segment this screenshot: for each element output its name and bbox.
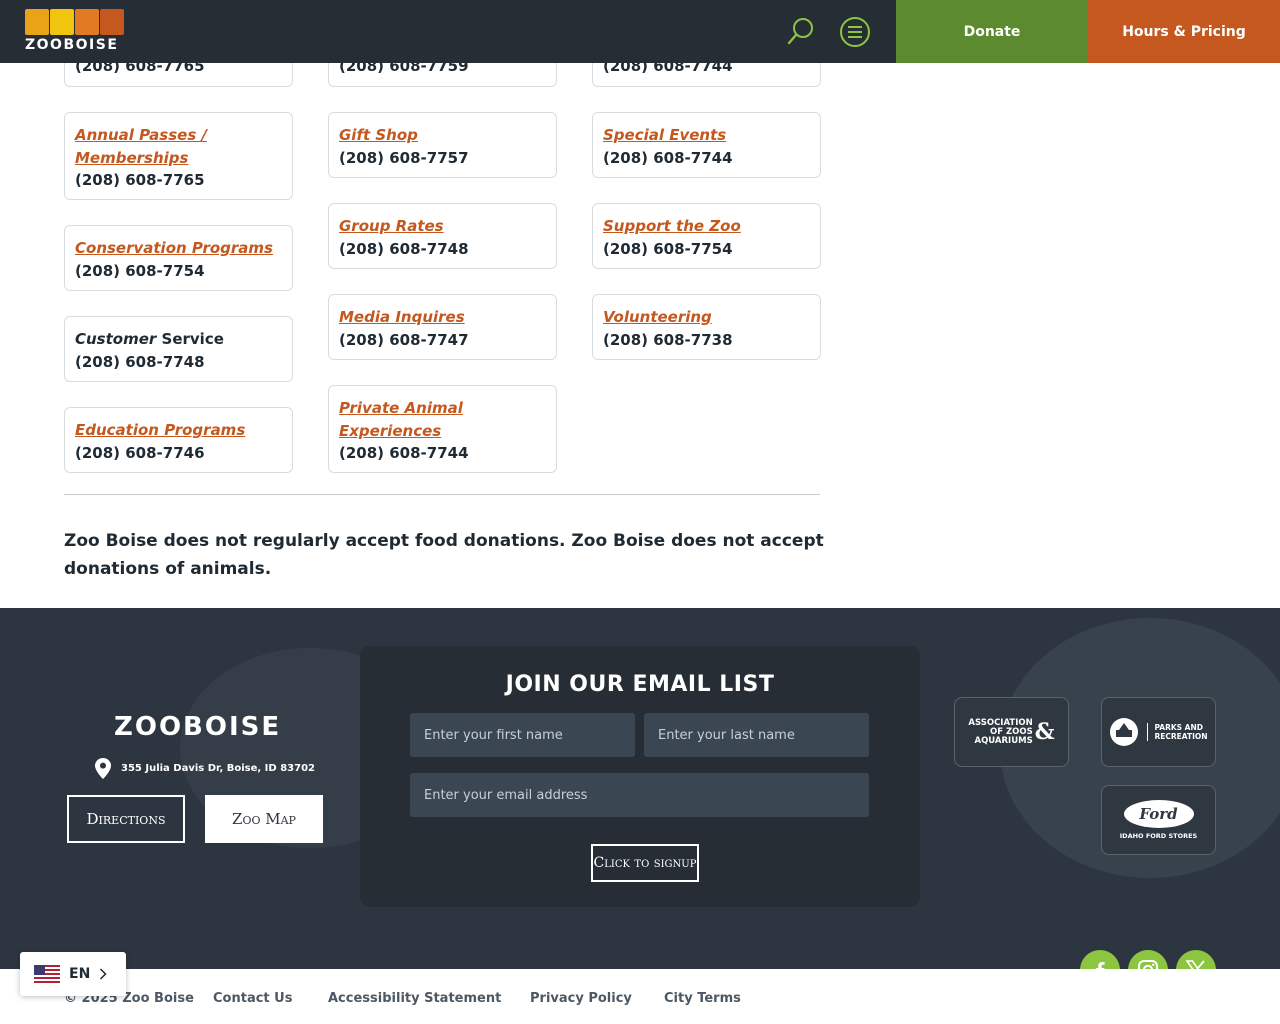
contact-card-gift-shop: Gift Shop (208) 608-7757 xyxy=(328,112,557,178)
footer-bottom-bar: © 2025 Zoo Boise Contact Us Accessibilit… xyxy=(0,969,1280,1024)
footer-link-accessibility[interactable]: Accessibility Statement xyxy=(328,991,501,1006)
contact-phone: (208) 608-7744 xyxy=(339,444,469,462)
hamburger-menu-icon xyxy=(840,17,870,47)
donate-button[interactable]: Donate xyxy=(896,0,1088,63)
contact-card-group-rates: Group Rates (208) 608-7748 xyxy=(328,203,557,269)
contact-link-annual-passes[interactable]: Annual Passes / Memberships xyxy=(75,124,282,169)
contact-card-private-animal: Private Animal Experiences (208) 608-7744 xyxy=(328,385,557,473)
contact-card-education: Education Programs (208) 608-7746 xyxy=(64,407,293,473)
contact-link-private-animal[interactable]: Private Animal Experiences xyxy=(339,397,546,442)
zoo-map-button[interactable]: Zoo Map xyxy=(205,795,323,843)
footer-link-privacy-policy[interactable]: Privacy Policy xyxy=(530,991,632,1006)
contact-link-conservation[interactable]: Conservation Programs xyxy=(75,237,282,260)
boise-parks-partner-logo[interactable]: PARKS AND RECREATION xyxy=(1101,697,1216,767)
email-signup-panel: JOIN OUR EMAIL LIST Enter your first nam… xyxy=(360,646,920,907)
zoo-boise-logo[interactable]: ZOOBOISE xyxy=(25,9,125,53)
footer-link-contact-us[interactable]: Contact Us xyxy=(213,991,292,1006)
ford-partner-logo[interactable]: Ford IDAHO FORD STORES xyxy=(1101,785,1216,855)
section-divider xyxy=(64,494,820,495)
contact-phone: (208) 608-7754 xyxy=(603,239,733,258)
contact-link-support[interactable]: Support the Zoo xyxy=(603,215,810,238)
contact-link-media[interactable]: Media Inquires xyxy=(339,306,546,329)
email-signup-title: JOIN OUR EMAIL LIST xyxy=(505,672,775,697)
ampersand-icon: & xyxy=(1034,719,1055,745)
language-label: EN xyxy=(69,966,91,982)
donation-note: Zoo Boise does not regularly accept food… xyxy=(64,531,824,579)
contact-phone: (208) 608-7765 xyxy=(75,171,205,189)
search-icon xyxy=(787,18,813,45)
contact-phone: (208) 608-7744 xyxy=(603,148,733,167)
menu-button[interactable] xyxy=(839,16,871,48)
contact-phone: (208) 608-7757 xyxy=(339,148,469,167)
chevron-right-icon xyxy=(100,968,107,980)
logo-animals-icon xyxy=(25,9,125,35)
contact-phone: (208) 608-7748 xyxy=(339,239,469,258)
contact-card-special-events: Special Events (208) 608-7744 xyxy=(592,112,821,178)
footer-link-city-terms[interactable]: City Terms xyxy=(664,991,741,1006)
contact-link-education[interactable]: Education Programs xyxy=(75,419,282,442)
contact-phone: (208) 608-7747 xyxy=(339,330,469,349)
contact-title-customer-service: Customer Service xyxy=(75,330,224,348)
contact-card-volunteering: Volunteering (208) 608-7738 xyxy=(592,294,821,360)
directions-button[interactable]: Directions xyxy=(67,795,185,843)
contact-link-volunteering[interactable]: Volunteering xyxy=(603,306,810,329)
contact-card-conservation: Conservation Programs (208) 608-7754 xyxy=(64,225,293,291)
contact-phone: (208) 608-7754 xyxy=(75,261,205,280)
signup-button[interactable]: Click to signup xyxy=(591,844,699,882)
address: 355 Julia Davis Dr, Boise, ID 83702 xyxy=(95,758,315,779)
email-input[interactable]: Enter your email address xyxy=(410,773,869,817)
contact-link-group-rates[interactable]: Group Rates xyxy=(339,215,546,238)
contact-link-special-events[interactable]: Special Events xyxy=(603,124,810,147)
language-switcher[interactable]: EN xyxy=(20,952,126,996)
location-pin-icon xyxy=(95,758,111,779)
contact-phone: (208) 608-7738 xyxy=(603,330,733,349)
contact-card-annual-passes: Annual Passes / Memberships (208) 608-776… xyxy=(64,112,293,200)
contact-card-media: Media Inquires (208) 608-7747 xyxy=(328,294,557,360)
search-button[interactable] xyxy=(786,16,816,46)
contact-card-customer-service: Customer Service (208) 608-7748 xyxy=(64,316,293,382)
site-header: ZOOBOISE Donate Hours & Pricing xyxy=(0,0,1280,63)
us-flag-icon xyxy=(34,965,60,983)
contact-card-support: Support the Zoo (208) 608-7754 xyxy=(592,203,821,269)
address-text: 355 Julia Davis Dr, Boise, ID 83702 xyxy=(121,763,315,774)
contact-phone: (208) 608-7748 xyxy=(75,352,205,371)
boise-seal-icon xyxy=(1110,718,1139,746)
logo-text: ZOOBOISE xyxy=(25,37,119,53)
aza-partner-logo[interactable]: ASSOCIATION OF ZOOS AQUARIUMS & xyxy=(954,697,1069,767)
last-name-input[interactable]: Enter your last name xyxy=(644,713,869,757)
hours-pricing-button[interactable]: Hours & Pricing xyxy=(1088,0,1280,63)
site-footer: ZOOBOISE 355 Julia Davis Dr, Boise, ID 8… xyxy=(0,608,1280,1024)
contact-phone: (208) 608-7746 xyxy=(75,443,205,462)
footer-logo[interactable]: ZOOBOISE xyxy=(114,712,281,742)
ford-oval-icon: Ford xyxy=(1123,800,1194,828)
contact-link-gift-shop[interactable]: Gift Shop xyxy=(339,124,546,147)
first-name-input[interactable]: Enter your first name xyxy=(410,713,635,757)
